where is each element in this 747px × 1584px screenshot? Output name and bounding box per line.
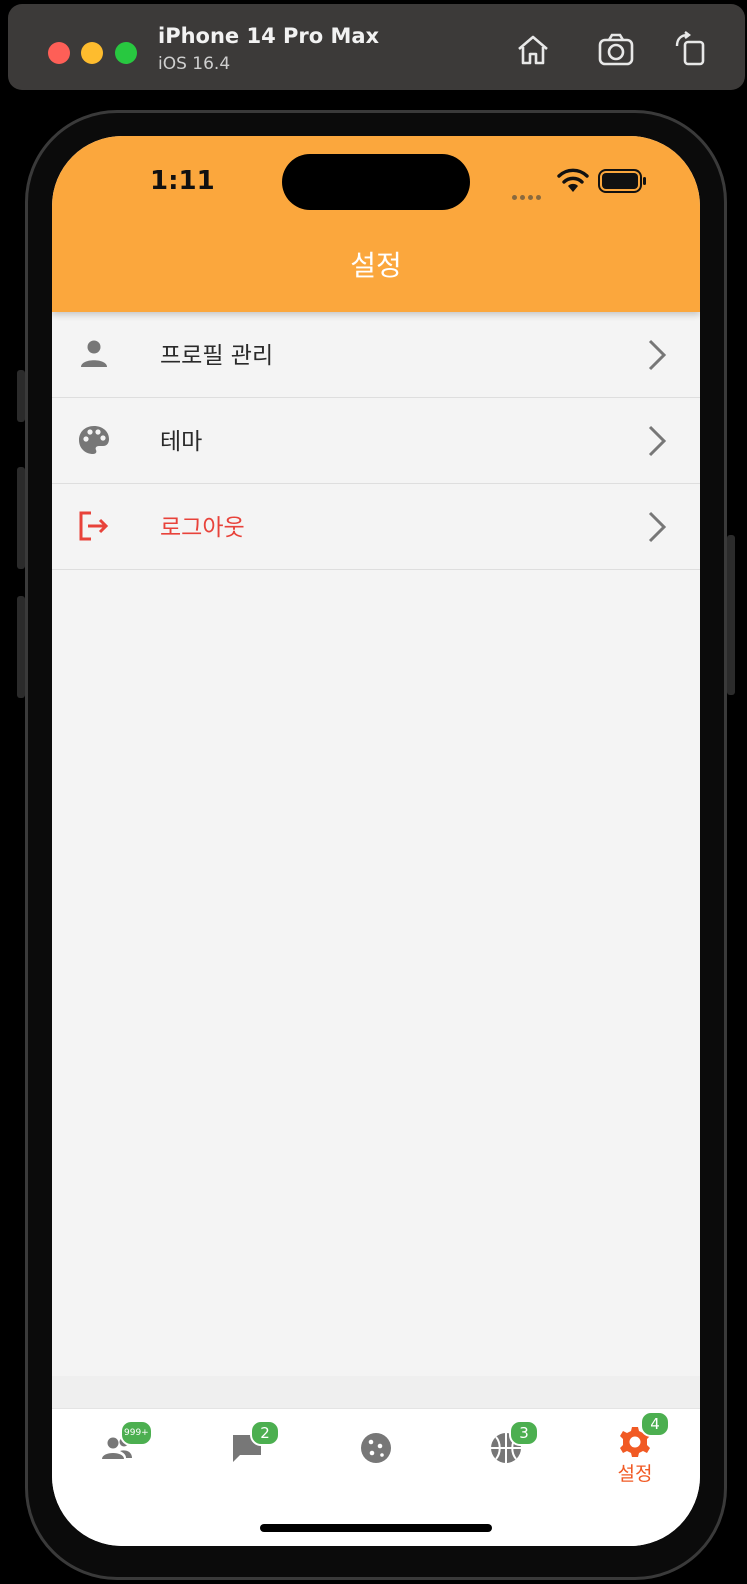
minimize-window-button[interactable] xyxy=(81,42,103,64)
simulator-title-bar: iPhone 14 Pro Max iOS 16.4 xyxy=(8,4,745,90)
person-icon xyxy=(81,340,107,367)
notification-badge: 3 xyxy=(509,1420,539,1446)
tab-friends[interactable]: 999+ xyxy=(52,1409,182,1499)
settings-menu: 프로필 관리 테마 로그아웃 xyxy=(52,312,700,570)
palette-icon xyxy=(79,426,109,454)
status-time: 1:11 xyxy=(150,166,215,196)
home-indicator xyxy=(260,1524,492,1532)
logout-icon xyxy=(79,511,109,541)
cookie-icon xyxy=(361,1433,391,1463)
menu-item-theme[interactable]: 테마 xyxy=(52,398,700,484)
tab-settings[interactable]: 4 설정 xyxy=(570,1409,700,1499)
notification-badge: 4 xyxy=(640,1411,670,1437)
zoom-window-button[interactable] xyxy=(115,42,137,64)
home-icon[interactable] xyxy=(513,30,553,70)
app-header: 1:11 설정 xyxy=(52,136,700,312)
menu-item-label: 프로필 관리 xyxy=(160,343,274,369)
page-title: 설정 xyxy=(350,249,402,282)
volume-up-button xyxy=(17,467,25,569)
menu-item-profile[interactable]: 프로필 관리 xyxy=(52,312,700,398)
chevron-right-icon xyxy=(648,425,667,457)
rotate-icon[interactable] xyxy=(671,30,711,70)
notification-badge: 2 xyxy=(250,1420,280,1446)
chevron-right-icon xyxy=(648,339,667,371)
mute-switch xyxy=(17,370,25,422)
cellular-signal-icon xyxy=(512,185,548,200)
tab-chat[interactable]: 2 xyxy=(182,1409,312,1499)
tab-label: 설정 xyxy=(617,1463,653,1485)
screenshot-icon[interactable] xyxy=(596,30,636,70)
os-version: iOS 16.4 xyxy=(158,54,231,74)
dynamic-island xyxy=(282,154,470,210)
tab-basketball[interactable]: 3 xyxy=(441,1409,571,1499)
battery-icon xyxy=(598,169,646,193)
menu-item-label: 로그아웃 xyxy=(160,515,245,541)
notification-badge: 999+ xyxy=(120,1420,153,1446)
menu-item-logout[interactable]: 로그아웃 xyxy=(52,484,700,570)
app-screen: 1:11 설정 프로필 관리 테마 로그아웃 999+ 2 3 4 설정 xyxy=(52,136,700,1546)
power-button xyxy=(727,535,735,695)
device-name: iPhone 14 Pro Max xyxy=(158,24,380,48)
tab-cookie[interactable] xyxy=(311,1409,441,1499)
volume-down-button xyxy=(17,596,25,698)
close-window-button[interactable] xyxy=(48,42,70,64)
menu-item-label: 테마 xyxy=(160,429,203,455)
tabbar-divider xyxy=(52,1376,700,1408)
wifi-icon xyxy=(557,168,589,192)
chevron-right-icon xyxy=(648,511,667,543)
